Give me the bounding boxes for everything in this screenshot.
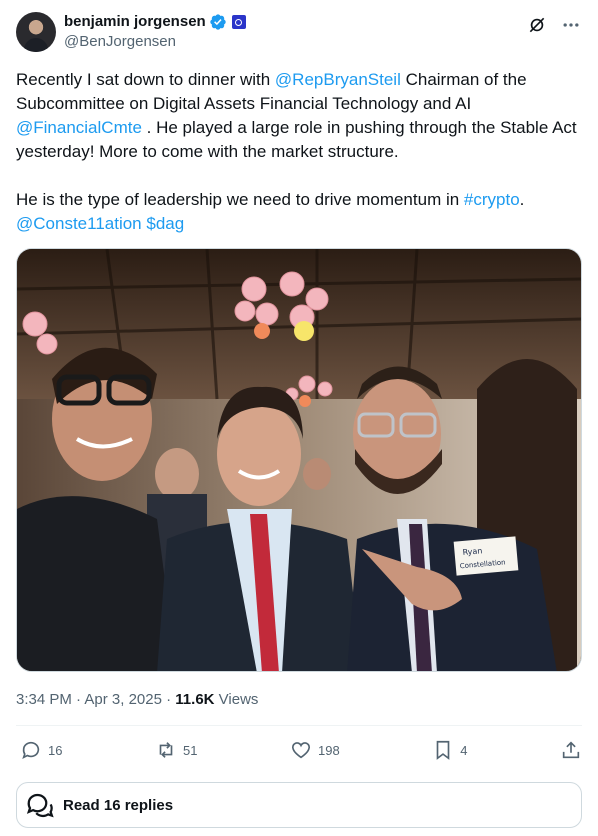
repost-button[interactable]: 51	[155, 739, 197, 761]
tweet-text-segment: Recently I sat down to dinner with	[16, 70, 275, 89]
author-display-name[interactable]: benjamin jorgensen	[64, 12, 206, 32]
tweet-photo[interactable]: Ryan Constellation	[16, 248, 582, 672]
affiliation-badge-icon[interactable]	[231, 15, 246, 29]
header-actions	[526, 14, 582, 36]
tweet-actions: 16 51 198 4	[16, 732, 582, 768]
grok-icon[interactable]	[526, 14, 548, 36]
like-button[interactable]: 198	[290, 739, 340, 761]
bookmark-count: 4	[460, 742, 468, 758]
mention-conste11ation[interactable]: @Conste11ation	[16, 214, 142, 233]
reply-icon	[22, 741, 40, 759]
author-names: benjamin jorgensen @BenJorgensen	[64, 12, 246, 52]
verified-badge-icon	[210, 14, 226, 30]
hashtag-crypto[interactable]: #crypto	[464, 190, 520, 209]
tweet-header: benjamin jorgensen @BenJorgensen	[16, 12, 582, 54]
views-count: 11.6K	[175, 691, 215, 708]
tweet-text: Recently I sat down to dinner with @RepB…	[16, 68, 582, 236]
cashtag-dag[interactable]: $dag	[146, 214, 184, 233]
name-tag-line-1: Ryan	[462, 546, 483, 557]
photo-illustration: Ryan Constellation	[17, 249, 581, 671]
tweet-text-segment: .	[519, 190, 525, 209]
reply-button[interactable]: 16	[16, 739, 62, 761]
repost-icon	[159, 742, 173, 758]
bookmark-button[interactable]: 4	[432, 739, 467, 761]
share-icon	[562, 741, 580, 759]
divider	[16, 725, 582, 726]
read-replies-button[interactable]: Read 16 replies	[16, 782, 582, 828]
heart-icon	[291, 742, 311, 759]
tweet-text-segment: He is the type of leadership we need to …	[16, 190, 464, 209]
mention-repbryansteil[interactable]: @RepBryanSteil	[275, 70, 401, 89]
display-name-row: benjamin jorgensen	[64, 12, 246, 32]
conversation-icon	[26, 793, 54, 818]
views-label: Views	[214, 691, 259, 708]
tweet-date[interactable]: Apr 3, 2025	[84, 691, 162, 708]
tweet-time[interactable]: 3:34 PM	[16, 691, 72, 708]
more-options-icon[interactable]	[560, 14, 582, 36]
like-count: 198	[318, 742, 340, 758]
read-replies-label: Read 16 replies	[63, 796, 174, 814]
reply-count: 16	[48, 742, 63, 758]
author-avatar[interactable]	[16, 12, 56, 52]
mention-financialcmte[interactable]: @FinancialCmte	[16, 118, 142, 137]
bookmark-icon	[436, 740, 450, 760]
meta-separator: ·	[71, 691, 85, 708]
share-button[interactable]	[560, 739, 582, 761]
tweet-meta: 3:34 PM · Apr 3, 2025 · 11.6K Views	[16, 690, 258, 710]
repost-count: 51	[183, 742, 198, 758]
author-handle[interactable]: @BenJorgensen	[64, 32, 246, 52]
meta-separator: ·	[161, 691, 176, 708]
